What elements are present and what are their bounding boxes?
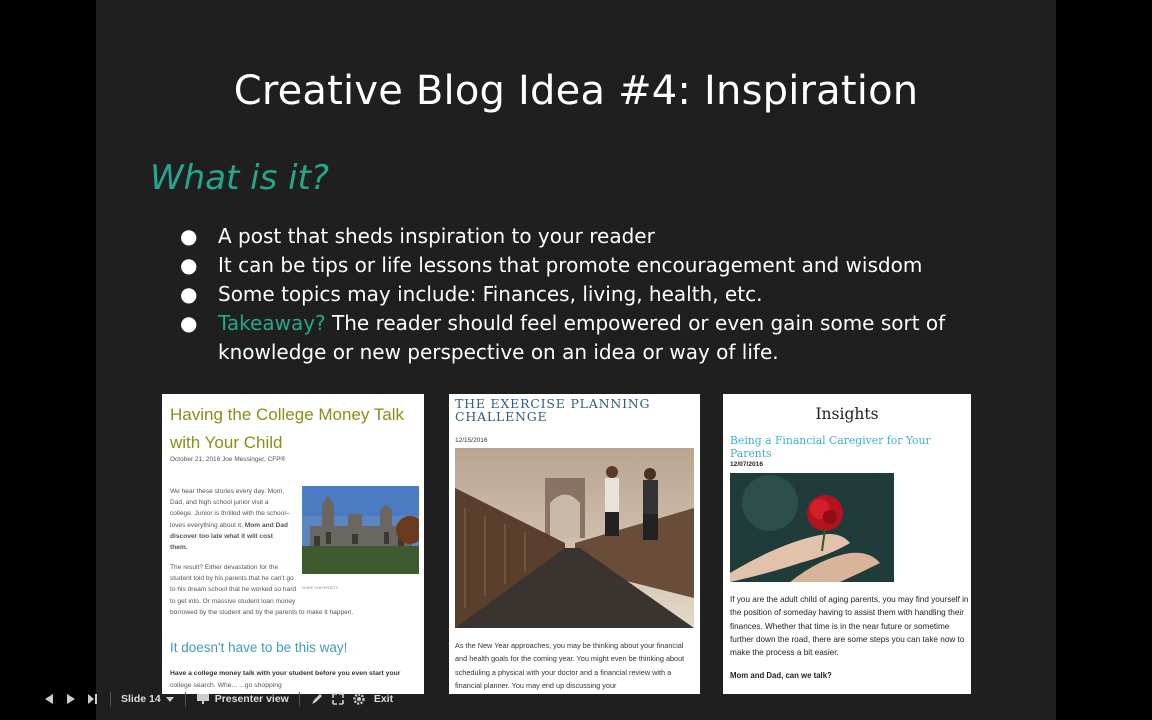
exit-button[interactable]: Exit [374, 693, 393, 705]
card-paragraph: We hear these stories every day. Mom, Da… [170, 488, 290, 552]
presentation-controls: Slide 14 Presenter view Exit [42, 688, 393, 710]
card-paragraph: borrowed by the student and by the paren… [170, 609, 354, 616]
bullet-text: The reader should feel empowered or even… [218, 311, 946, 364]
divider [298, 692, 300, 706]
bullet-text: Some topics may include: Finances, livin… [218, 282, 763, 306]
card-title: THE EXERCISE PLANNING CHALLENGE [455, 396, 651, 424]
bullet-item: ● Takeaway? The reader should feel empowe… [180, 309, 980, 367]
bullet-item: ● It can be tips or life lessons that pro… [180, 251, 980, 280]
takeaway-label: Takeaway? [218, 311, 326, 335]
slide-selector[interactable]: Slide 14 [121, 693, 175, 705]
bullet-text: A post that sheds inspiration to your re… [218, 224, 655, 248]
bridge-runners-image [455, 448, 694, 628]
bullet-icon: ● [180, 253, 198, 277]
card-title: Having the College Money Talk with Your … [170, 405, 405, 452]
bullet-item: ● A post that sheds inspiration to your r… [180, 222, 980, 251]
college-building-image [302, 486, 419, 574]
bullet-list: ● A post that sheds inspiration to your r… [180, 222, 980, 367]
bullet-item: ● Some topics may include: Finances, livi… [180, 280, 980, 309]
fullscreen-icon[interactable] [332, 693, 344, 705]
blog-card-college: Having the College Money Talk with Your … [162, 394, 424, 694]
next-icon[interactable] [86, 692, 100, 706]
slide: Creative Blog Idea #4: Inspiration What … [96, 0, 1056, 720]
bullet-text: It can be tips or life lessons that prom… [218, 253, 923, 277]
card-subtitle: Being a Financial Caregiver for Your Par… [730, 434, 931, 460]
card-date: 12/07/2016 [730, 461, 764, 468]
bullet-icon: ● [180, 311, 198, 335]
divider [184, 692, 186, 706]
card-paragraph: The result? Either devastation for the s… [170, 564, 297, 605]
card-paragraph: If you are the adult child of aging pare… [730, 595, 969, 658]
dropdown-icon [165, 697, 174, 702]
settings-icon[interactable] [352, 692, 366, 706]
divider [110, 692, 111, 706]
card-meta: October 21, 2016 Joe Messinger, CFP® [170, 456, 286, 463]
presenter-view-label: Presenter view [214, 693, 289, 705]
slide-label: Slide 14 [121, 693, 161, 705]
card-paragraph-bold: Mom and Dad, can we talk? [730, 671, 832, 680]
slide-title: Creative Blog Idea #4: Inspiration [233, 68, 919, 114]
prev-icon[interactable] [42, 692, 56, 706]
presenter-view-button[interactable]: Presenter view [196, 693, 289, 705]
slide-subtitle: What is it? [150, 158, 329, 198]
blog-card-insights: Insights Being a Financial Caregiver for… [723, 394, 971, 694]
card-date: 12/15/2016 [455, 437, 488, 444]
card-title: Insights [815, 405, 879, 423]
bullet-icon: ● [180, 282, 198, 306]
image-caption: DUKE UNIVERSITY [302, 585, 339, 590]
blog-card-exercise: THE EXERCISE PLANNING CHALLENGE 12/15/20… [449, 394, 700, 694]
card-paragraph: As the New Year approaches, you may be t… [455, 641, 685, 690]
card-paragraph-bold: Have a college money talk with your stud… [170, 670, 401, 677]
card-heading: It doesn't have to be this way! [170, 640, 348, 655]
presenter-icon [196, 694, 209, 704]
rose-hands-image [730, 473, 894, 582]
pen-icon[interactable] [310, 692, 324, 706]
play-icon[interactable] [64, 692, 78, 706]
bullet-icon: ● [180, 224, 198, 248]
